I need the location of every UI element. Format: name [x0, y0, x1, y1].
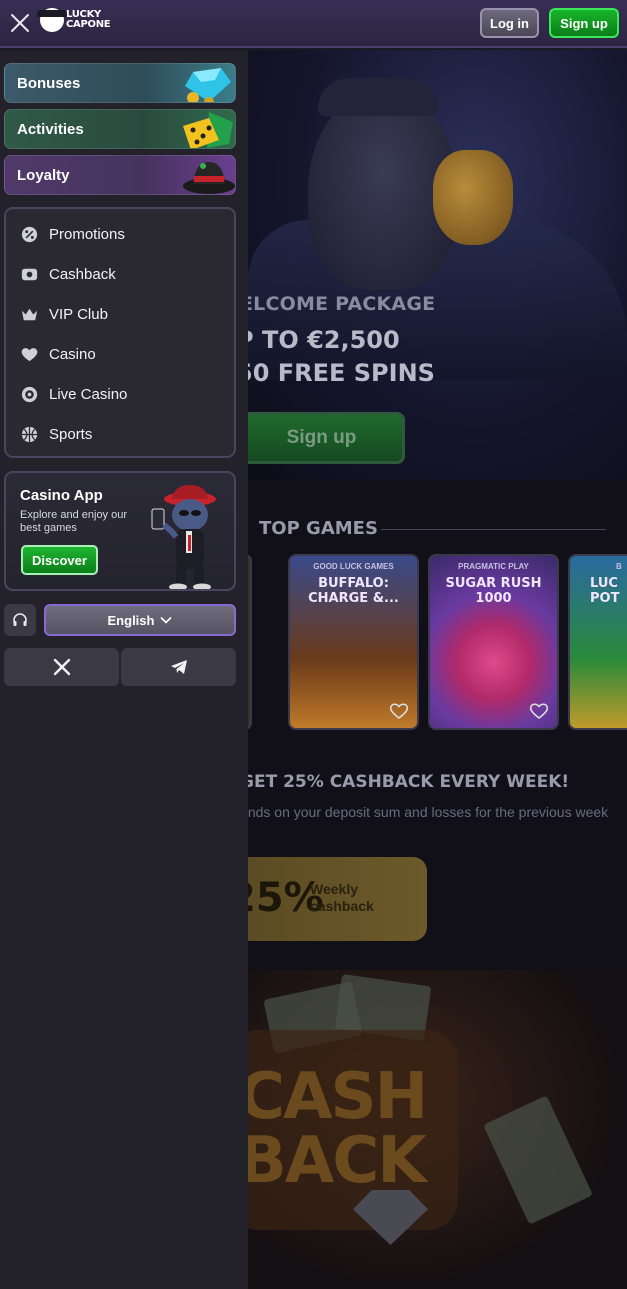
main-menu: Promotions Cashback VIP Club Casino Live…: [4, 207, 236, 458]
top-games-heading: TOP GAMES: [259, 518, 378, 539]
activities-label: Activities: [17, 120, 84, 138]
menu-label: VIP Club: [49, 305, 108, 323]
gem-illustration: [353, 1190, 428, 1245]
x-social-button[interactable]: [4, 648, 119, 686]
language-select[interactable]: English: [44, 604, 236, 636]
hat-illustration: [318, 78, 438, 116]
chevron-down-icon: [160, 616, 173, 624]
game-card[interactable]: PRAGMATIC PLAY SUGAR RUSH 1000: [428, 554, 559, 730]
game-provider: B: [616, 562, 622, 571]
mascot-phone-icon: [151, 485, 216, 589]
menu-item-promotions[interactable]: Promotions: [20, 222, 125, 246]
signup-button[interactable]: Sign up: [549, 8, 619, 38]
menu-label: Casino: [49, 345, 96, 363]
top-header: LUCKY CAPONE Log in Sign up: [0, 0, 627, 48]
game-card[interactable]: GOOD LUCK GAMES BUFFALO: CHARGE &...: [288, 554, 419, 730]
casino-app-card: Casino App Explore and enjoy our best ga…: [4, 471, 236, 591]
welcome-offer: P TO €2,500 50 FREE SPINS: [248, 326, 435, 387]
ball-icon: [21, 426, 38, 442]
favorite-heart-icon[interactable]: [389, 702, 409, 720]
site-logo[interactable]: LUCKY CAPONE: [37, 8, 111, 32]
game-provider: GOOD LUCK GAMES: [313, 562, 394, 571]
telegram-social-button[interactable]: [121, 648, 236, 686]
favorite-heart-icon[interactable]: [529, 702, 549, 720]
bonuses-tile[interactable]: Bonuses: [4, 63, 236, 103]
menu-item-live-casino[interactable]: Live Casino: [20, 382, 127, 406]
close-icon[interactable]: [8, 11, 32, 35]
login-button[interactable]: Log in: [480, 8, 539, 38]
dice-icon: [183, 112, 233, 148]
background-page: ELCOME PACKAGE P TO €2,500 50 FREE SPINS…: [228, 50, 627, 1289]
crown-icon: [21, 308, 38, 320]
cashback-description: nds on your deposit sum and losses for t…: [247, 804, 609, 820]
menu-item-casino[interactable]: Casino: [20, 342, 96, 366]
welcome-heading: ELCOME PACKAGE: [248, 293, 436, 315]
diamond-icon: [185, 68, 231, 102]
live-chip-icon: [21, 386, 38, 402]
support-button[interactable]: [4, 604, 36, 636]
cashback-icon: [21, 268, 38, 280]
game-provider: PRAGMATIC PLAY: [458, 562, 529, 571]
menu-item-sports[interactable]: Sports: [20, 422, 92, 446]
cashback-heading: GET 25% CASHBACK EVERY WEEK!: [240, 772, 570, 792]
game-title: BUFFALO: CHARGE &...: [308, 576, 399, 606]
percent-icon: [21, 226, 38, 242]
divider: [381, 529, 606, 530]
hat-icon: [183, 162, 235, 194]
app-card-description: Explore and enjoy our best games: [20, 509, 128, 534]
menu-label: Live Casino: [49, 385, 128, 403]
banknote-illustration: [483, 1095, 593, 1225]
loyalty-tile[interactable]: Loyalty: [4, 155, 236, 195]
cashback-label: Weekly cashback: [310, 881, 374, 914]
cashback-badge: 25% Weekly cashback: [228, 857, 427, 941]
hero-signup-button[interactable]: Sign up: [248, 412, 405, 464]
heart-chip-icon: [21, 347, 38, 361]
loyalty-label: Loyalty: [17, 166, 70, 184]
activities-tile[interactable]: Activities: [4, 109, 236, 149]
menu-item-vip-club[interactable]: VIP Club: [20, 302, 108, 326]
menu-label: Sports: [49, 425, 93, 443]
logo-text: LUCKY CAPONE: [66, 9, 111, 30]
game-card[interactable]: B LUC POT: [568, 554, 627, 730]
menu-label: Promotions: [49, 225, 125, 243]
x-icon: [53, 658, 70, 676]
app-card-title: Casino App: [20, 487, 103, 504]
game-title: LUC POT: [590, 576, 620, 606]
game-title: SUGAR RUSH 1000: [445, 576, 542, 606]
welcome-banner: ELCOME PACKAGE P TO €2,500 50 FREE SPINS…: [248, 50, 627, 480]
menu-item-cashback[interactable]: Cashback: [20, 262, 116, 286]
bonuses-label: Bonuses: [17, 74, 81, 92]
side-drawer: Bonuses Activities Loyalty Promotions Ca…: [0, 50, 248, 1289]
money-bag-illustration: [433, 150, 513, 245]
logo-mascot-icon: [37, 8, 67, 32]
discover-button[interactable]: Discover: [21, 545, 98, 575]
menu-label: Cashback: [49, 265, 116, 283]
cashback-illustration: CASH BACK: [248, 970, 627, 1289]
language-label: English: [107, 612, 155, 628]
telegram-icon: [170, 660, 187, 674]
headphones-icon: [13, 613, 27, 626]
cashback-art-text: CASH BACK: [248, 1060, 428, 1198]
